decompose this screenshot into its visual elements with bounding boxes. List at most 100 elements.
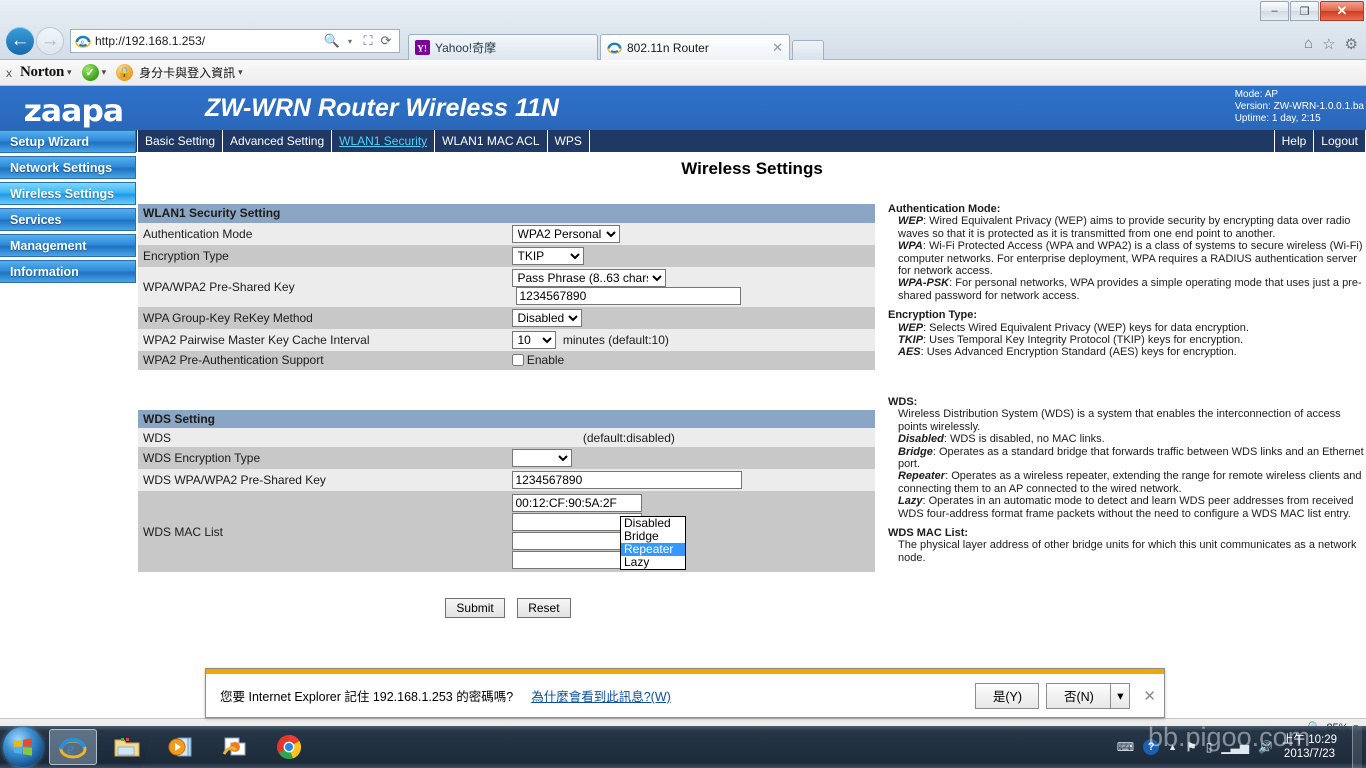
battery-icon[interactable]: ▯: [1206, 740, 1213, 754]
show-hidden-icons-icon[interactable]: ▲: [1168, 742, 1177, 752]
norton-identity-label[interactable]: 身分卡與登入資訊: [139, 64, 235, 81]
norton-safeweb-caret-icon[interactable]: ▾: [102, 67, 107, 78]
wds-option-lazy[interactable]: Lazy: [621, 556, 685, 569]
help-term: Bridge: [898, 445, 933, 458]
rekey-method-cell: Disabled: [506, 306, 875, 329]
new-tab-button[interactable]: [792, 40, 824, 60]
router-logo: zaapa: [23, 94, 124, 129]
lock-icon[interactable]: 🔒: [116, 64, 134, 81]
help-body-mac-list: The physical layer address of other brid…: [888, 539, 1366, 564]
pmk-cache-select[interactable]: 10: [511, 330, 556, 349]
ie-icon: e: [75, 35, 91, 48]
norton-identity-caret-icon[interactable]: ▾: [238, 67, 243, 78]
tab-yahoo[interactable]: Y! Yahoo!奇摩: [408, 34, 598, 60]
sidebar-item-management[interactable]: Management: [0, 234, 136, 257]
help-text: : Selects Wired Equivalent Privacy (WEP)…: [923, 321, 1249, 334]
notification-buttons: 是(Y) 否(N) ▾ ✕: [975, 682, 1156, 709]
sidebar-item-wireless-settings[interactable]: Wireless Settings: [0, 182, 136, 205]
internet-explorer-icon: e: [59, 737, 87, 759]
keyboard-icon[interactable]: ⌨: [1117, 740, 1134, 754]
signal-icon[interactable]: ▁▃▅: [1221, 740, 1249, 754]
forward-button[interactable]: →: [36, 27, 64, 55]
volume-icon[interactable]: 🔊: [1258, 740, 1273, 754]
refresh-icon[interactable]: ⟳: [377, 32, 395, 50]
psk-format-select[interactable]: Pass Phrase (8..63 chars): [511, 268, 666, 287]
wds-psk-input[interactable]: [511, 471, 742, 489]
sidebar-item-setup-wizard[interactable]: Setup Wizard: [0, 130, 136, 153]
taskbar-media-player[interactable]: [157, 729, 205, 765]
notification-body: 您要 Internet Explorer 記住 192.168.1.253 的密…: [206, 674, 1164, 717]
tab-strip: Y! Yahoo!奇摩 802.11n Router ✕: [408, 22, 824, 60]
sidebar-item-network-settings[interactable]: Network Settings: [0, 156, 136, 179]
taskbar-chrome[interactable]: [265, 729, 313, 765]
network-flag-icon[interactable]: ⚑: [1186, 740, 1197, 754]
page-title: Wireless Settings: [681, 159, 823, 178]
chevron-down-icon[interactable]: ▾: [341, 32, 359, 50]
form-buttons: Submit Reset: [138, 598, 878, 618]
taskbar-file-explorer[interactable]: [103, 729, 151, 765]
psk-input[interactable]: [515, 286, 741, 305]
help-title-encryption: Encryption Type:: [888, 309, 978, 322]
svg-text:e: e: [81, 38, 84, 46]
tab-basic-setting[interactable]: Basic Setting: [137, 130, 224, 152]
taskbar-internet-explorer[interactable]: e: [49, 729, 97, 765]
minimize-button[interactable]: –: [1260, 1, 1289, 21]
table-row: WPA2 Pre-Authentication Support Enable: [138, 350, 875, 370]
help-text: : Operates in an automatic mode to detec…: [898, 495, 1354, 520]
password-notification-bar: 您要 Internet Explorer 記住 192.168.1.253 的密…: [205, 668, 1165, 718]
close-tab-icon[interactable]: ✕: [772, 40, 783, 56]
rekey-method-select[interactable]: Disabled: [511, 308, 582, 327]
auth-mode-select[interactable]: WPA2 Personal: [511, 224, 620, 243]
home-icon[interactable]: ⌂: [1304, 35, 1313, 53]
preauth-checkbox[interactable]: [511, 354, 524, 366]
no-dropdown-button[interactable]: ▾: [1110, 682, 1131, 709]
help-body-encryption: WEP: Selects Wired Equivalent Privacy (W…: [888, 322, 1366, 359]
no-button[interactable]: 否(N): [1046, 682, 1111, 709]
help-panel: Authentication Mode: WEP: Wired Equivale…: [888, 203, 1366, 564]
show-desktop-button[interactable]: [1352, 726, 1362, 768]
help-icon[interactable]: ?: [1143, 739, 1160, 755]
ie-icon: [607, 42, 622, 54]
reset-button[interactable]: Reset: [517, 598, 571, 618]
submit-button[interactable]: Submit: [445, 598, 505, 618]
tab-advanced-setting[interactable]: Advanced Setting: [222, 130, 333, 152]
norton-toolbar: x Norton ▾ ✓ ▾ 🔒 身分卡與登入資訊 ▾: [0, 60, 1366, 86]
encryption-type-cell: TKIP: [506, 244, 875, 267]
help-link[interactable]: Help: [1273, 130, 1315, 152]
router-sidebar: Setup Wizard Network Settings Wireless S…: [0, 130, 136, 286]
tab-wlan1-security[interactable]: WLAN1 Security: [331, 130, 436, 152]
encryption-type-select[interactable]: TKIP: [511, 246, 584, 265]
help-title-mac-list: WDS MAC List:: [888, 526, 969, 539]
sidebar-item-services[interactable]: Services: [0, 208, 136, 231]
clock[interactable]: 上午 10:29 2013/7/23: [1282, 733, 1343, 761]
wds-mac-input-1[interactable]: [511, 494, 642, 512]
close-button[interactable]: ✕: [1320, 1, 1364, 21]
norton-safeweb-icon[interactable]: ✓: [81, 64, 99, 81]
help-term: AES: [898, 346, 921, 359]
restore-button[interactable]: ❐: [1290, 1, 1319, 21]
taskbar-photo-viewer[interactable]: [211, 729, 259, 765]
wds-dropdown-list[interactable]: Disabled Bridge Repeater Lazy: [620, 516, 686, 570]
yes-button[interactable]: 是(Y): [975, 682, 1040, 709]
uptime-text: Uptime: 1 day, 2:15: [1234, 113, 1321, 124]
back-button[interactable]: ←: [6, 27, 34, 55]
sidebar-item-information[interactable]: Information: [0, 260, 136, 283]
wds-encryption-select[interactable]: [511, 449, 572, 467]
close-notification-icon[interactable]: ✕: [1143, 687, 1156, 705]
wds-mac-list-label: WDS MAC List: [138, 491, 507, 572]
favorites-icon[interactable]: ☆: [1322, 35, 1335, 53]
logout-link[interactable]: Logout: [1313, 130, 1366, 152]
compat-view-icon[interactable]: ⛶: [359, 32, 377, 50]
norton-close-icon[interactable]: x: [6, 66, 12, 80]
tab-router[interactable]: 802.11n Router ✕: [600, 34, 790, 60]
search-icon[interactable]: 🔍: [323, 32, 341, 50]
norton-menu-caret-icon[interactable]: ▾: [67, 67, 72, 78]
tab-wps[interactable]: WPS: [546, 130, 590, 152]
tab-wlan1-mac-acl[interactable]: WLAN1 MAC ACL: [434, 130, 548, 152]
notification-help-link[interactable]: 為什麼會看到此訊息?(W): [531, 686, 671, 705]
wds-suffix-text: (default:disabled): [582, 430, 675, 445]
address-bar[interactable]: e http://192.168.1.253/ 🔍 ▾ ⛶ ⟳: [70, 29, 400, 53]
browser-chrome: – ❐ ✕ ← → e http://192.168.1.253/ 🔍 ▾ ⛶ …: [0, 0, 1366, 60]
start-button[interactable]: [3, 727, 43, 767]
tools-icon[interactable]: ⚙: [1345, 35, 1358, 53]
